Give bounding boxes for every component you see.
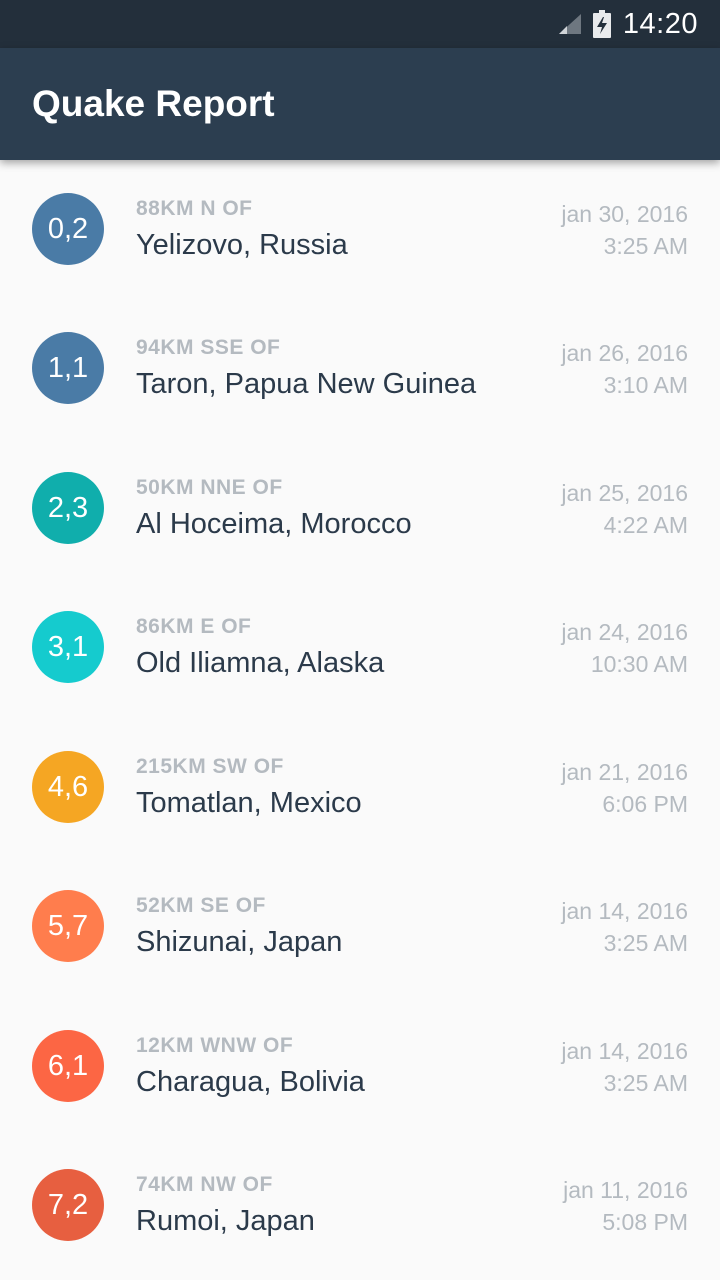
magnitude-value: 2,3 — [47, 491, 89, 524]
quake-time: 6:06 PM — [602, 791, 688, 817]
status-bar: 14:20 — [0, 0, 720, 48]
location-offset: 86KM E OF — [136, 615, 252, 638]
quake-date: jan 21, 2016 — [561, 759, 688, 785]
primary-location: Shizunai, Japan — [136, 926, 343, 958]
earthquake-list-item[interactable]: 4,6 215KM SW OF Tomatlan, Mexico jan 21,… — [0, 718, 720, 857]
primary-location: Al Hoceima, Morocco — [136, 508, 412, 540]
quake-date: jan 14, 2016 — [561, 1038, 688, 1064]
magnitude-value: 0,2 — [47, 212, 89, 245]
location-offset: 94KM SSE OF — [136, 336, 281, 359]
magnitude-circle: 2,3 — [32, 472, 104, 544]
primary-location: Rumoi, Japan — [136, 1205, 315, 1237]
earthquake-list-item[interactable]: 6,1 12KM WNW OF Charagua, Bolivia jan 14… — [0, 997, 720, 1136]
primary-location: Tomatlan, Mexico — [136, 787, 362, 819]
magnitude-value: 6,1 — [47, 1049, 89, 1082]
quake-date: jan 25, 2016 — [561, 480, 688, 506]
quake-date: jan 11, 2016 — [563, 1177, 688, 1203]
magnitude-circle: 4,6 — [32, 751, 104, 823]
quake-date: jan 24, 2016 — [561, 619, 688, 645]
quake-date: jan 30, 2016 — [561, 201, 688, 227]
status-time: 14:20 — [622, 7, 698, 40]
location-offset: 12KM WNW OF — [136, 1034, 294, 1057]
location-offset: 74KM NW OF — [136, 1173, 273, 1196]
quake-date: jan 14, 2016 — [561, 898, 688, 924]
quake-time: 4:22 AM — [603, 512, 688, 538]
earthquake-list-item[interactable]: 0,2 88KM N OF Yelizovo, Russia jan 30, 2… — [0, 160, 720, 299]
magnitude-value: 4,6 — [47, 770, 89, 803]
primary-location: Old Iliamna, Alaska — [136, 647, 385, 679]
signal-icon — [558, 14, 581, 34]
earthquake-list: 0,2 88KM N OF Yelizovo, Russia jan 30, 2… — [0, 160, 720, 1280]
quake-time: 3:10 AM — [603, 372, 688, 398]
magnitude-value: 1,1 — [47, 351, 89, 384]
quake-time: 3:25 AM — [603, 1070, 688, 1096]
primary-location: Charagua, Bolivia — [136, 1066, 365, 1098]
primary-location: Taron, Papua New Guinea — [136, 368, 477, 400]
app-bar: Quake Report — [0, 48, 720, 160]
earthquake-list-item[interactable]: 7,2 74KM NW OF Rumoi, Japan jan 11, 2016… — [0, 1136, 720, 1275]
magnitude-circle: 7,2 — [32, 1169, 104, 1241]
magnitude-circle: 0,2 — [32, 193, 104, 265]
earthquake-list-item[interactable]: 1,1 94KM SSE OF Taron, Papua New Guinea … — [0, 299, 720, 438]
location-offset: 52KM SE OF — [136, 894, 266, 917]
location-offset: 50KM NNE OF — [136, 476, 283, 499]
magnitude-value: 7,2 — [47, 1188, 89, 1221]
quake-time: 10:30 AM — [590, 651, 688, 677]
magnitude-circle: 1,1 — [32, 332, 104, 404]
magnitude-value: 5,7 — [47, 909, 89, 942]
location-offset: 88KM N OF — [136, 197, 253, 220]
earthquake-list-item[interactable]: 5,7 52KM SE OF Shizunai, Japan jan 14, 2… — [0, 857, 720, 996]
app-title: Quake Report — [32, 83, 275, 124]
quake-time: 3:25 AM — [603, 930, 688, 956]
magnitude-circle: 5,7 — [32, 890, 104, 962]
earthquake-list-item[interactable]: 3,1 86KM E OF Old Iliamna, Alaska jan 24… — [0, 578, 720, 717]
quake-time: 3:25 AM — [603, 233, 688, 259]
primary-location: Yelizovo, Russia — [136, 229, 348, 261]
magnitude-circle: 3,1 — [32, 611, 104, 683]
earthquake-list-item[interactable]: 2,3 50KM NNE OF Al Hoceima, Morocco jan … — [0, 439, 720, 578]
quake-time: 5:08 PM — [602, 1209, 688, 1235]
quake-date: jan 26, 2016 — [561, 340, 688, 366]
location-offset: 215KM SW OF — [136, 755, 284, 778]
magnitude-circle: 6,1 — [32, 1030, 104, 1102]
status-icons: 14:20 — [557, 0, 698, 48]
magnitude-value: 3,1 — [47, 630, 89, 663]
battery-charging-icon — [592, 10, 611, 38]
